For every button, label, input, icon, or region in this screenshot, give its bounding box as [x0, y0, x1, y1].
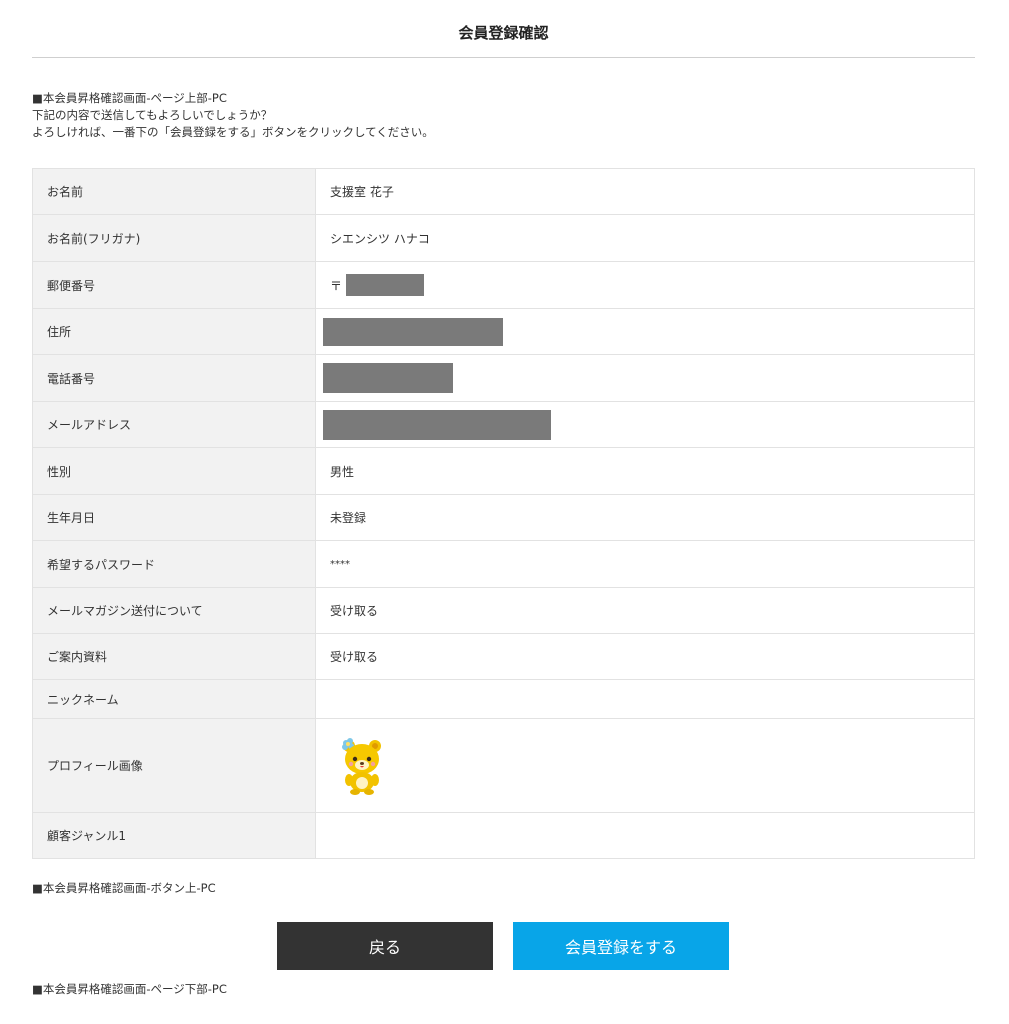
label-gender: 性別 — [32, 447, 316, 495]
row-profile-image: プロフィール画像 — [32, 718, 975, 813]
value-genre — [315, 812, 975, 859]
redacted-email — [323, 409, 551, 440]
label-nickname: ニックネーム — [32, 679, 316, 719]
value-name: 支援室 花子 — [315, 168, 975, 215]
row-email: メールアドレス — [32, 401, 975, 448]
value-postal: 〒 — [315, 261, 975, 309]
postal-mark: 〒 — [330, 278, 343, 293]
note-top: ■本会員昇格確認画面-ページ上部-PC — [32, 91, 227, 105]
row-phone: 電話番号 — [32, 354, 975, 402]
label-mail-magazine: メールマガジン送付について — [32, 587, 316, 634]
row-name: お名前 支援室 花子 — [32, 168, 975, 215]
label-birthday: 生年月日 — [32, 494, 316, 541]
value-nickname — [315, 679, 975, 719]
row-nickname: ニックネーム — [32, 679, 975, 719]
value-phone — [315, 354, 975, 402]
label-email: メールアドレス — [32, 401, 316, 448]
back-button[interactable]: 戻る — [277, 922, 493, 970]
note-above-buttons: ■本会員昇格確認画面-ボタン上-PC — [32, 881, 216, 895]
bear-mascot-icon — [342, 737, 381, 795]
confirmation-table: お名前 支援室 花子 お名前(フリガナ) シエンシツ ハナコ 郵便番号 〒 住所… — [32, 168, 975, 859]
intro-text: ■本会員昇格確認画面-ページ上部-PC 下記の内容で送信してもよろしいでしょうか… — [32, 90, 434, 141]
label-name-kana: お名前(フリガナ) — [32, 214, 316, 262]
row-postal: 郵便番号 〒 — [32, 261, 975, 309]
intro-line-2: よろしければ、一番下の「会員登録をする」ボタンをクリックしてください。 — [32, 125, 434, 139]
page-title: 会員登録確認 — [458, 24, 549, 42]
value-email — [315, 401, 975, 448]
label-password: 希望するパスワード — [32, 540, 316, 588]
label-brochure: ご案内資料 — [32, 633, 316, 680]
value-name-kana: シエンシツ ハナコ — [315, 214, 975, 262]
row-birthday: 生年月日 未登録 — [32, 494, 975, 541]
label-name: お名前 — [32, 168, 316, 215]
label-phone: 電話番号 — [32, 354, 316, 402]
label-profile-image: プロフィール画像 — [32, 718, 316, 813]
row-address: 住所 — [32, 308, 975, 355]
row-brochure: ご案内資料 受け取る — [32, 633, 975, 680]
value-address — [315, 308, 975, 355]
label-genre: 顧客ジャンル1 — [32, 812, 316, 859]
register-button[interactable]: 会員登録をする — [513, 922, 729, 970]
redacted-phone — [323, 363, 453, 393]
intro-line-1: 下記の内容で送信してもよろしいでしょうか？ — [32, 108, 273, 122]
label-address: 住所 — [32, 308, 316, 355]
row-genre: 顧客ジャンル1 — [32, 812, 975, 859]
title-divider — [32, 57, 975, 58]
row-gender: 性別 男性 — [32, 447, 975, 495]
label-postal: 郵便番号 — [32, 261, 316, 309]
note-bottom: ■本会員昇格確認画面-ページ下部-PC — [32, 982, 227, 996]
value-mail-magazine: 受け取る — [315, 587, 975, 634]
row-mail-magazine: メールマガジン送付について 受け取る — [32, 587, 975, 634]
value-gender: 男性 — [315, 447, 975, 495]
row-name-kana: お名前(フリガナ) シエンシツ ハナコ — [32, 214, 975, 262]
value-birthday: 未登録 — [315, 494, 975, 541]
redacted-postal — [346, 274, 425, 296]
redacted-address — [323, 317, 503, 346]
row-password: 希望するパスワード **** — [32, 540, 975, 588]
value-password: **** — [315, 540, 975, 588]
value-brochure: 受け取る — [315, 633, 975, 680]
value-profile-image — [315, 718, 975, 813]
